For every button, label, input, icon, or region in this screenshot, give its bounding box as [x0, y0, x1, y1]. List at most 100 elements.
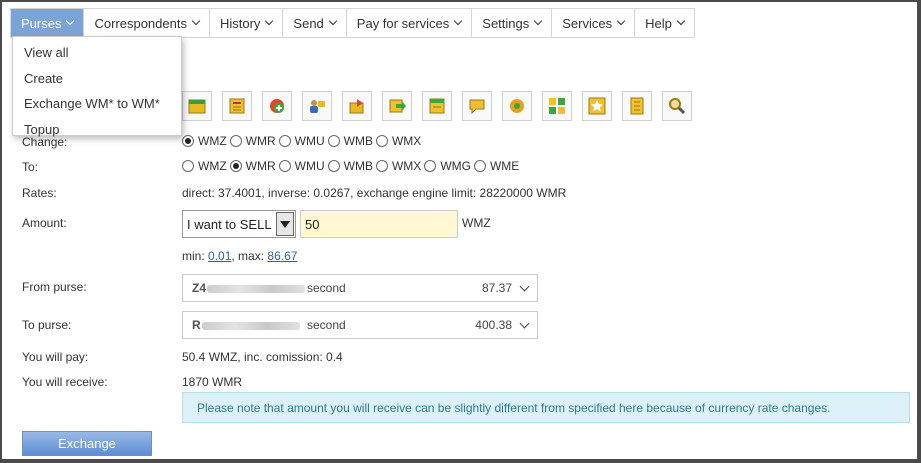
notes-icon-button[interactable] — [622, 91, 652, 121]
mode-select-value: I want to SELL — [187, 216, 272, 232]
radio-button[interactable] — [229, 135, 242, 147]
to-option-wmu[interactable]: WMU — [278, 159, 325, 173]
max-link[interactable]: 86.67 — [267, 249, 297, 263]
to-purse-id: R — [192, 318, 300, 332]
chevron-down-icon — [616, 16, 626, 26]
menu-label: Send — [293, 15, 324, 31]
contacts-icon-button[interactable] — [302, 91, 332, 121]
chevron-down-icon — [676, 16, 686, 26]
radio-label: WMG — [440, 159, 471, 173]
menu-settings[interactable]: Settings — [472, 9, 553, 37]
exchange-button[interactable]: Exchange — [22, 431, 152, 456]
invoice-icon-button[interactable] — [222, 91, 252, 121]
radio-button[interactable] — [327, 160, 340, 172]
action-toolbar — [182, 91, 692, 121]
change-option-wmu[interactable]: WMU — [278, 134, 325, 148]
pay-value: 50.4 WMZ, inc. comission: 0.4 — [182, 350, 343, 364]
menu-label: History — [219, 15, 261, 31]
grid-icon — [549, 98, 565, 114]
radio-button[interactable] — [182, 160, 194, 172]
menu-pay-for-services[interactable]: Pay for services — [347, 9, 473, 37]
radio-button[interactable] — [182, 135, 194, 147]
menu-label: Pay for services — [356, 15, 450, 31]
radio-button[interactable] — [375, 160, 388, 172]
menu-label: Correspondents — [94, 15, 187, 31]
radio-button[interactable] — [473, 160, 486, 172]
send-icon-button[interactable] — [382, 91, 412, 121]
settings-icon-button[interactable] — [502, 91, 532, 121]
message-icon — [469, 99, 485, 115]
radio-button[interactable] — [229, 160, 242, 172]
dropdown-item-exchange[interactable]: Exchange WM* to WM* — [13, 91, 181, 117]
dropdown-item-topup[interactable]: Topup — [13, 117, 181, 143]
to-option-wmx[interactable]: WMX — [375, 159, 421, 173]
grid-icon-button[interactable] — [542, 91, 572, 121]
to-purse-select[interactable]: R second 400.38 — [182, 311, 538, 339]
menu-purses[interactable]: Purses — [11, 9, 85, 37]
amount-label: Amount: — [22, 216, 67, 230]
receive-label: You will receive: — [22, 375, 108, 389]
purses-dropdown: View all Create Exchange WM* to WM* Topu… — [12, 36, 182, 137]
amount-input[interactable] — [300, 210, 458, 238]
to-option-wme[interactable]: WME — [473, 159, 520, 173]
radio-label: WMB — [343, 134, 373, 148]
rates-label: Rates: — [22, 186, 57, 200]
receipt-icon — [429, 98, 445, 114]
menu-services[interactable]: Services — [552, 9, 636, 37]
radio-button[interactable] — [278, 160, 291, 172]
receive-value: 1870 WMR — [182, 375, 243, 389]
chevron-down-icon — [519, 281, 530, 292]
purse-icon — [188, 99, 206, 114]
to-purse-balance: 400.38 — [475, 318, 512, 332]
radio-button[interactable] — [424, 160, 437, 172]
transfer-icon — [349, 99, 364, 114]
change-option-wmz[interactable]: WMZ — [182, 134, 227, 148]
to-radio-group: WMZ WMR WMU WMB WMX WMG WME — [182, 159, 522, 173]
to-option-wmz[interactable]: WMZ — [182, 159, 227, 173]
to-option-wmr[interactable]: WMR — [229, 159, 276, 173]
radio-label: WMX — [391, 134, 422, 148]
to-option-wmg[interactable]: WMG — [424, 159, 471, 173]
menu-correspondents[interactable]: Correspondents — [84, 9, 210, 37]
pay-label: You will pay: — [22, 350, 89, 364]
radio-button[interactable] — [327, 135, 340, 147]
menu-history[interactable]: History — [210, 9, 284, 37]
radio-label: WME — [489, 159, 520, 173]
receipt-icon-button[interactable] — [422, 91, 452, 121]
change-option-wmr[interactable]: WMR — [229, 134, 276, 148]
chevron-down-icon — [328, 16, 338, 26]
from-purse-prefix: Z4 — [192, 281, 207, 295]
change-option-wmx[interactable]: WMX — [375, 134, 422, 148]
from-purse-label: From purse: — [22, 280, 87, 294]
radio-label: WMU — [294, 134, 325, 148]
invoice-icon — [229, 98, 245, 114]
menu-label: Help — [645, 15, 672, 31]
menu-send[interactable]: Send — [283, 9, 347, 37]
radio-button[interactable] — [278, 135, 291, 147]
search-icon-button[interactable] — [662, 91, 692, 121]
chevron-down-icon — [191, 16, 201, 26]
to-option-wmb[interactable]: WMB — [327, 159, 373, 173]
chevron-down-icon — [519, 318, 530, 329]
transfer-icon-button[interactable] — [342, 91, 372, 121]
message-icon-button[interactable] — [462, 91, 492, 121]
add-purse-icon-button[interactable] — [262, 91, 292, 121]
main-menu: Purses Correspondents History Send Pay f… — [10, 8, 695, 38]
menu-help[interactable]: Help — [635, 9, 694, 37]
min-max-line: min: 0.01, max: 86.67 — [182, 249, 297, 263]
dropdown-item-view-all[interactable]: View all — [13, 40, 181, 66]
mode-select[interactable]: I want to SELL — [182, 210, 296, 238]
dropdown-item-create[interactable]: Create — [13, 66, 181, 92]
change-option-wmb[interactable]: WMB — [327, 134, 373, 148]
add-purse-icon — [270, 99, 284, 113]
radio-button[interactable] — [375, 135, 388, 147]
min-label: min: — [182, 249, 205, 263]
min-link[interactable]: 0.01 — [208, 249, 231, 263]
favorite-icon-button[interactable] — [582, 91, 612, 121]
redacted-purse-number — [201, 321, 300, 330]
menu-label: Services — [562, 15, 613, 31]
from-purse-select[interactable]: Z4 second 87.37 — [182, 274, 538, 302]
dropdown-arrow-icon[interactable] — [276, 212, 294, 236]
purse-icon-button[interactable] — [182, 91, 212, 121]
contacts-icon — [310, 100, 325, 113]
